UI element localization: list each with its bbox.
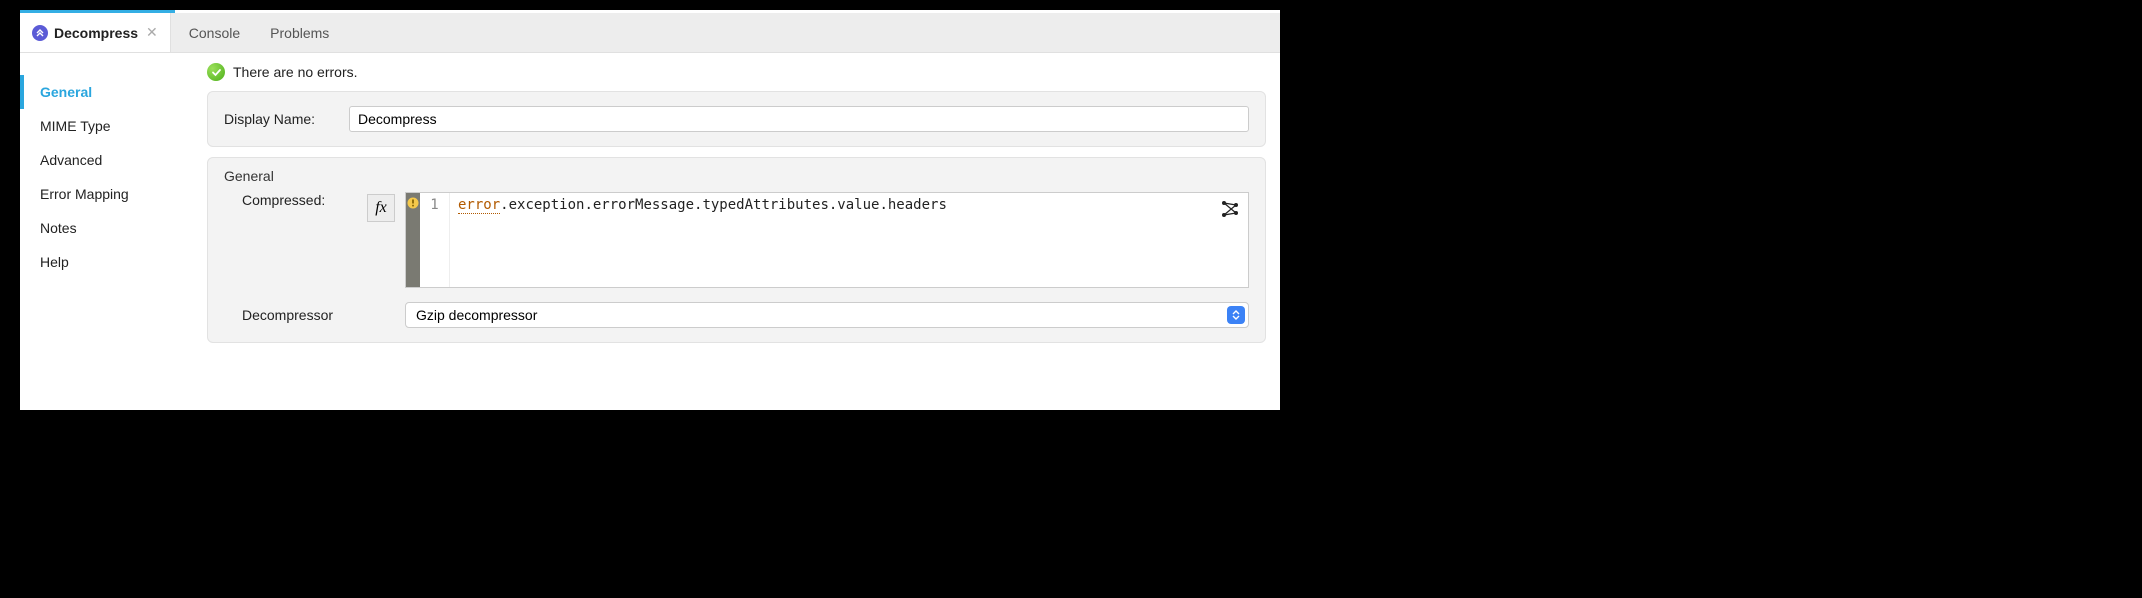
sidebar-item-label: Error Mapping [40, 186, 129, 202]
decompressor-select-wrap [405, 302, 1249, 328]
sidebar-item-label: Advanced [40, 152, 102, 168]
tab-label: Decompress [54, 25, 138, 41]
sidebar-item-advanced[interactable]: Advanced [20, 143, 193, 177]
main-panel: There are no errors. Display Name: Gener… [193, 53, 1280, 410]
sidebar-item-general[interactable]: General [20, 75, 193, 109]
status-bar: There are no errors. [193, 53, 1280, 91]
sidebar-item-help[interactable]: Help [20, 245, 193, 279]
close-icon[interactable]: ✕ [146, 24, 158, 41]
warning-icon [407, 197, 419, 209]
expression-editor[interactable]: 1 error.exception.errorMessage.typedAttr… [405, 192, 1249, 288]
sidebar-item-notes[interactable]: Notes [20, 211, 193, 245]
compressed-label: Compressed: [242, 192, 357, 208]
tab-label: Console [189, 25, 240, 41]
ok-icon [207, 63, 225, 81]
app-window: Decompress ✕ Console Problems General MI… [20, 10, 1280, 410]
sidebar-item-label: MIME Type [40, 118, 111, 134]
tab-label: Problems [270, 25, 329, 41]
sidebar-item-label: Notes [40, 220, 77, 236]
sidebar-item-error-mapping[interactable]: Error Mapping [20, 177, 193, 211]
sidebar: General MIME Type Advanced Error Mapping… [20, 53, 193, 410]
display-name-input[interactable] [349, 106, 1249, 132]
display-name-label: Display Name: [224, 111, 339, 127]
sidebar-item-label: General [40, 84, 92, 100]
decompressor-select[interactable] [405, 302, 1249, 328]
tab-console[interactable]: Console [171, 13, 252, 52]
sidebar-item-label: Help [40, 254, 69, 270]
tab-bar: Decompress ✕ Console Problems [20, 13, 1280, 53]
code-keyword: error [458, 197, 500, 214]
tab-decompress[interactable]: Decompress ✕ [20, 13, 171, 52]
body: General MIME Type Advanced Error Mapping… [20, 53, 1280, 410]
sidebar-item-mime-type[interactable]: MIME Type [20, 109, 193, 143]
tab-problems[interactable]: Problems [252, 13, 341, 52]
line-number-gutter: 1 [420, 193, 450, 287]
fx-button[interactable]: fx [367, 194, 395, 222]
general-group: General Compressed: fx 1 error.exception… [207, 157, 1266, 343]
graph-icon[interactable] [1220, 199, 1240, 219]
code-area[interactable]: error.exception.errorMessage.typedAttrib… [450, 193, 1248, 287]
decompressor-label: Decompressor [242, 307, 357, 323]
decompress-icon [32, 25, 48, 41]
general-section-title: General [224, 168, 1249, 184]
status-text: There are no errors. [233, 64, 358, 80]
marker-gutter [406, 193, 420, 287]
code-rest: .exception.errorMessage.typedAttributes.… [500, 197, 947, 213]
display-name-group: Display Name: [207, 91, 1266, 147]
